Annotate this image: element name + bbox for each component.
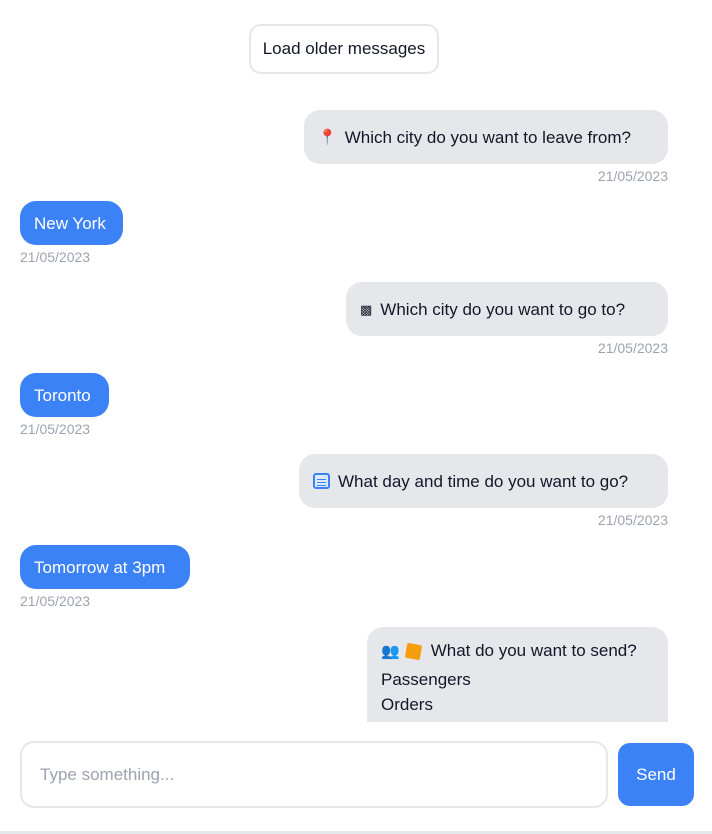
bot-message: ▩ Which city do you want to go to? — [346, 282, 668, 336]
load-older-messages-button[interactable]: Load older messages — [249, 24, 439, 74]
package-icon — [404, 642, 422, 660]
user-message: Toronto — [20, 373, 109, 417]
checkered-flag-icon: ▩ — [360, 301, 373, 317]
message-timestamp: 21/05/2023 — [20, 421, 91, 437]
message-timestamp: 21/05/2023 — [597, 340, 668, 356]
user-message-text: Toronto — [34, 385, 91, 405]
user-message-text: Tomorrow at 3pm — [34, 557, 166, 577]
message-timestamp: 21/05/2023 — [20, 249, 91, 265]
send-question: 👥 What do you want to send? — [381, 641, 654, 661]
pin-icon: 📍 — [318, 128, 337, 146]
option-passengers[interactable]: Passengers — [381, 671, 654, 688]
message-timestamp: 21/05/2023 — [597, 168, 668, 184]
calendar-icon — [313, 473, 330, 489]
user-message: New York — [20, 201, 123, 245]
send-options-message: 👥 What do you want to send? Passengers O… — [367, 627, 668, 722]
people-icon: 👥 — [381, 643, 400, 660]
bot-message: What day and time do you want to go? — [299, 454, 668, 508]
message-list[interactable]: Load older messages 📍 Which city do you … — [0, 0, 680, 722]
bot-message-text: What day and time do you want to go? — [338, 471, 629, 491]
message-input[interactable] — [20, 741, 608, 808]
option-orders[interactable]: Orders — [381, 696, 654, 713]
bot-message: 📍 Which city do you want to leave from? — [304, 110, 668, 164]
send-question-text: What do you want to send? — [430, 641, 637, 660]
scrollbar[interactable] — [677, 25, 680, 717]
bot-message-text: Which city do you want to leave from? — [344, 127, 631, 147]
user-message-text: New York — [34, 213, 106, 233]
message-timestamp: 21/05/2023 — [20, 593, 91, 609]
bot-message-text: Which city do you want to go to? — [380, 299, 626, 319]
send-button[interactable]: Send — [618, 743, 694, 806]
user-message: Tomorrow at 3pm — [20, 545, 190, 589]
message-timestamp: 21/05/2023 — [597, 512, 668, 528]
chat-app: Load older messages 📍 Which city do you … — [0, 0, 712, 834]
